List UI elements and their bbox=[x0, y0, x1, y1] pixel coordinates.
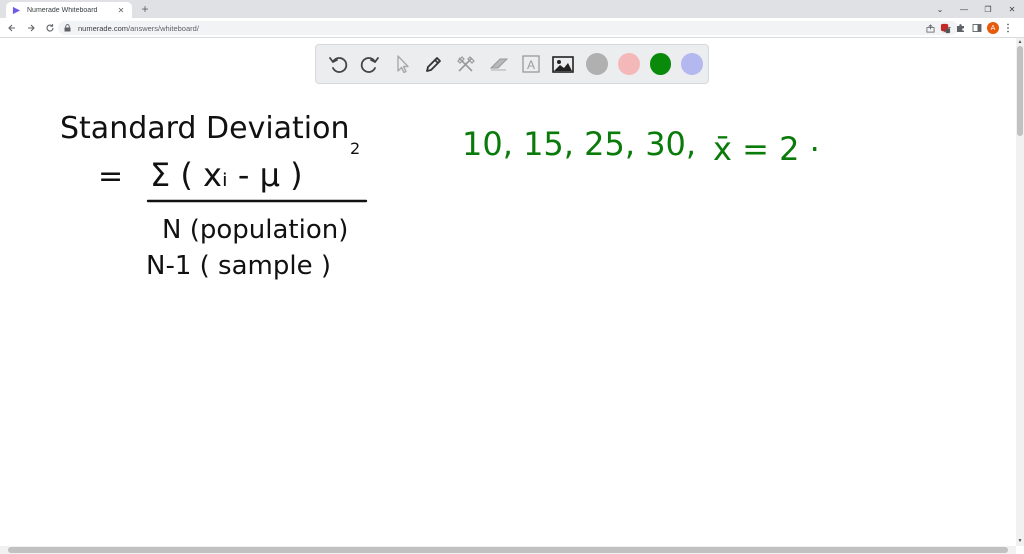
share-icon[interactable] bbox=[924, 22, 936, 34]
back-icon[interactable] bbox=[5, 21, 19, 35]
color-swatch-gray[interactable] bbox=[586, 53, 608, 75]
tab-strip: Numerade Whiteboard ✕ + ⌄ — ❐ ✕ bbox=[0, 0, 1024, 18]
color-swatch-pink[interactable] bbox=[617, 53, 640, 75]
ink-exponent: 2 bbox=[350, 139, 360, 158]
forward-icon[interactable] bbox=[24, 21, 38, 35]
extensions-area: A bbox=[936, 21, 1015, 35]
text-tool-letter: A bbox=[527, 58, 535, 72]
ink-layer: Standard Deviation = Σ ( xᵢ - μ ) 2 N (p… bbox=[60, 111, 820, 281]
minimize-icon[interactable]: — bbox=[952, 0, 976, 18]
profile-avatar[interactable]: A bbox=[987, 22, 999, 34]
side-panel-icon[interactable] bbox=[970, 21, 984, 35]
url-path: /answers/whiteboard/ bbox=[128, 23, 199, 33]
browser-toolbar: numerade.com/answers/whiteboard/ A bbox=[0, 18, 1024, 38]
ink-mean-label: x̄ = 2 · bbox=[713, 130, 820, 168]
text-tool-icon[interactable]: A bbox=[517, 50, 545, 78]
pen-icon[interactable] bbox=[420, 50, 448, 78]
image-icon[interactable] bbox=[549, 50, 577, 78]
close-window-icon[interactable]: ✕ bbox=[1000, 0, 1024, 18]
tab-title: Numerade Whiteboard bbox=[27, 6, 98, 14]
redo-icon[interactable] bbox=[356, 50, 384, 78]
tab-close-icon[interactable]: ✕ bbox=[116, 6, 126, 15]
extension-shield-icon[interactable] bbox=[938, 21, 952, 35]
vertical-scroll-thumb[interactable] bbox=[1017, 46, 1023, 136]
clear-icon[interactable] bbox=[453, 50, 481, 78]
eraser-icon[interactable] bbox=[485, 50, 513, 78]
restore-icon[interactable]: ❐ bbox=[976, 0, 1000, 18]
scroll-down-icon[interactable]: ▼ bbox=[1017, 538, 1023, 544]
ink-title: Standard Deviation bbox=[60, 111, 350, 146]
window-controls: ⌄ — ❐ ✕ bbox=[928, 0, 1024, 18]
undo-icon[interactable] bbox=[324, 50, 352, 78]
numerade-favicon-icon bbox=[12, 5, 22, 15]
horizontal-scrollbar[interactable] bbox=[0, 546, 1016, 554]
address-bar[interactable]: numerade.com/answers/whiteboard/ bbox=[58, 21, 958, 35]
tab-numerade-whiteboard[interactable]: Numerade Whiteboard ✕ bbox=[6, 2, 132, 18]
scroll-up-icon[interactable]: ▲ bbox=[1017, 39, 1023, 45]
new-tab-button[interactable]: + bbox=[138, 1, 152, 17]
vertical-scrollbar[interactable]: ▲ ▼ bbox=[1016, 38, 1024, 546]
pointer-icon[interactable] bbox=[388, 50, 416, 78]
ink-equals: = bbox=[98, 159, 123, 194]
ink-denominator-population: N (population) bbox=[162, 215, 348, 245]
color-swatch-lavender[interactable] bbox=[681, 53, 703, 75]
ink-data-list: 10, 15, 25, 30, bbox=[462, 125, 696, 163]
url-domain: numerade.com bbox=[78, 23, 129, 33]
menu-kebab-icon[interactable] bbox=[1001, 21, 1015, 35]
ink-numerator: Σ ( xᵢ - μ ) bbox=[150, 156, 303, 194]
ink-denominator-sample: N-1 ( sample ) bbox=[146, 251, 331, 281]
url-text: numerade.com/answers/whiteboard/ bbox=[78, 24, 920, 33]
tab-search-icon[interactable]: ⌄ bbox=[928, 0, 952, 18]
whiteboard-toolbar: A bbox=[315, 44, 709, 84]
extensions-puzzle-icon[interactable] bbox=[954, 21, 968, 35]
reload-icon[interactable] bbox=[43, 21, 57, 35]
color-swatch-green[interactable] bbox=[649, 53, 672, 75]
lock-icon[interactable] bbox=[64, 24, 72, 32]
horizontal-scroll-thumb[interactable] bbox=[8, 547, 1008, 553]
